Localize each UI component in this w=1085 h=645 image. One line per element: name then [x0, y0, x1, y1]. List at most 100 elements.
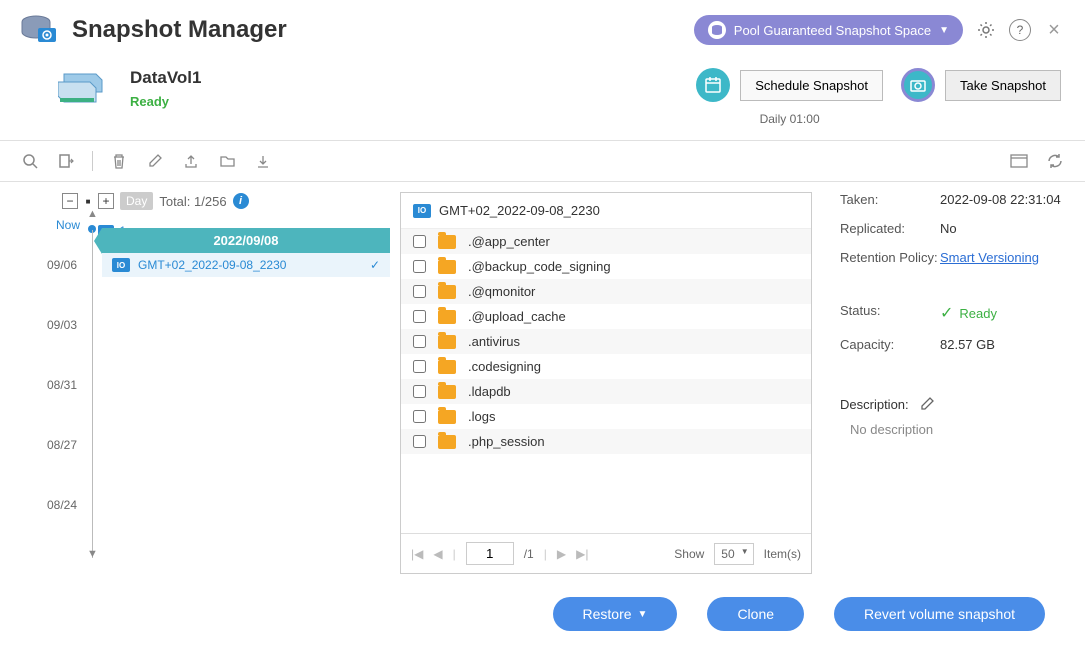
replicated-label: Replicated: — [840, 221, 940, 236]
file-checkbox[interactable] — [413, 410, 426, 423]
file-row[interactable]: .php_session — [401, 429, 811, 454]
help-icon[interactable]: ? — [1009, 19, 1031, 41]
pager-items-label: Item(s) — [764, 547, 801, 561]
timeline-tick: 08/31 — [47, 378, 77, 392]
restore-button[interactable]: Restore▼ — [553, 597, 678, 631]
file-checkbox[interactable] — [413, 360, 426, 373]
chevron-down-icon: ▼ — [638, 609, 648, 620]
file-name: .@qmonitor — [468, 284, 535, 299]
file-name: .@upload_cache — [468, 309, 566, 324]
download-icon[interactable] — [247, 149, 279, 173]
file-row[interactable]: .ldapdb — [401, 379, 811, 404]
retention-link[interactable]: Smart Versioning — [940, 250, 1039, 265]
zoom-in-button[interactable]: + — [98, 193, 114, 209]
calendar-icon — [696, 68, 730, 102]
folder-icon — [438, 285, 456, 299]
folder-icon — [438, 435, 456, 449]
file-name: .codesigning — [468, 359, 541, 374]
file-checkbox[interactable] — [413, 335, 426, 348]
folder-icon — [438, 410, 456, 424]
file-checkbox[interactable] — [413, 310, 426, 323]
file-checkbox[interactable] — [413, 385, 426, 398]
volume-status: Ready — [130, 94, 202, 109]
pager-next-icon[interactable]: ▶ — [557, 547, 566, 561]
timeline-tick: 08/24 — [47, 498, 77, 512]
file-row[interactable]: .@app_center — [401, 229, 811, 254]
timeline-up-arrow[interactable]: ▲ — [87, 208, 98, 220]
camera-icon — [901, 68, 935, 102]
check-icon: ✓ — [370, 258, 380, 272]
schedule-snapshot-button[interactable]: Schedule Snapshot — [740, 70, 883, 101]
chevron-down-icon: ▼ — [939, 25, 949, 36]
description-label: Description: — [840, 397, 909, 412]
file-checkbox[interactable] — [413, 235, 426, 248]
schedule-info: Daily 01:00 — [760, 112, 820, 126]
zoom-out-button[interactable]: − — [62, 193, 78, 209]
file-row[interactable]: .logs — [401, 404, 811, 429]
pager-prev-icon[interactable]: ◀ — [433, 547, 442, 561]
timeline-tick: 09/03 — [47, 318, 77, 332]
database-icon — [708, 21, 726, 39]
upload-icon[interactable] — [175, 149, 207, 173]
timeline-now-label: Now — [56, 218, 80, 232]
file-row[interactable]: .@backup_code_signing — [401, 254, 811, 279]
clone-button[interactable]: Clone — [707, 597, 804, 631]
delete-icon[interactable] — [103, 149, 135, 173]
info-icon[interactable]: i — [233, 193, 249, 209]
edit-icon[interactable] — [139, 149, 171, 173]
file-checkbox[interactable] — [413, 260, 426, 273]
status-label: Status: — [840, 303, 940, 323]
folder-icon — [438, 360, 456, 374]
folder-icon — [438, 235, 456, 249]
description-value: No description — [850, 422, 1071, 437]
folder-icon — [438, 335, 456, 349]
settings-icon[interactable] — [975, 19, 997, 41]
pager-first-icon[interactable]: |◀ — [411, 547, 423, 561]
folder-icon — [438, 310, 456, 324]
pager-perpage-select[interactable]: 50 — [714, 543, 753, 565]
filepanel-title: GMT+02_2022-09-08_2230 — [439, 203, 600, 218]
refresh-icon[interactable] — [1039, 149, 1071, 173]
search-icon[interactable] — [14, 149, 46, 173]
replicated-value: No — [940, 221, 957, 236]
file-checkbox[interactable] — [413, 435, 426, 448]
file-row[interactable]: .antivirus — [401, 329, 811, 354]
taken-label: Taken: — [840, 192, 940, 207]
snapshot-type-icon: IO — [413, 204, 431, 218]
timeline-tick: 09/06 — [47, 258, 77, 272]
pager-page-input[interactable] — [466, 542, 514, 565]
close-icon[interactable]: × — [1043, 19, 1065, 41]
capacity-label: Capacity: — [840, 337, 940, 352]
check-icon: ✓ — [940, 303, 953, 323]
folder-icon[interactable] — [211, 149, 243, 173]
edit-description-icon[interactable] — [919, 396, 935, 412]
file-row[interactable]: .@qmonitor — [401, 279, 811, 304]
retention-label: Retention Policy: — [840, 250, 940, 265]
volume-icon — [58, 68, 108, 108]
status-value: Ready — [959, 306, 997, 321]
timeline-down-arrow[interactable]: ▼ — [87, 548, 98, 570]
revert-button[interactable]: Revert volume snapshot — [834, 597, 1045, 631]
take-snapshot-button[interactable]: Take Snapshot — [945, 70, 1061, 101]
timeline-date-header[interactable]: 2022/09/08 — [102, 228, 390, 253]
file-name: .antivirus — [468, 334, 520, 349]
timeline-snapshot-item[interactable]: IO GMT+02_2022-09-08_2230 ✓ — [102, 253, 390, 277]
file-checkbox[interactable] — [413, 285, 426, 298]
file-row[interactable]: .codesigning — [401, 354, 811, 379]
folder-icon — [438, 260, 456, 274]
capacity-value: 82.57 GB — [940, 337, 995, 352]
taken-value: 2022-09-08 22:31:04 — [940, 192, 1061, 207]
snapshot-total: Total: 1/256 — [159, 194, 226, 209]
day-toggle[interactable]: Day — [120, 192, 153, 210]
snapshot-type-icon: IO — [112, 258, 130, 272]
pager-total: /1 — [524, 547, 534, 561]
list-export-icon[interactable] — [50, 149, 82, 173]
file-name: .ldapdb — [468, 384, 511, 399]
zoom-level-indicator: ■ — [84, 193, 92, 209]
timeline-tick: 08/27 — [47, 438, 77, 452]
app-icon — [20, 14, 60, 46]
pool-snapshot-space-button[interactable]: Pool Guaranteed Snapshot Space ▼ — [694, 15, 963, 45]
window-icon[interactable] — [1003, 149, 1035, 173]
file-row[interactable]: .@upload_cache — [401, 304, 811, 329]
pager-last-icon[interactable]: ▶| — [576, 547, 588, 561]
